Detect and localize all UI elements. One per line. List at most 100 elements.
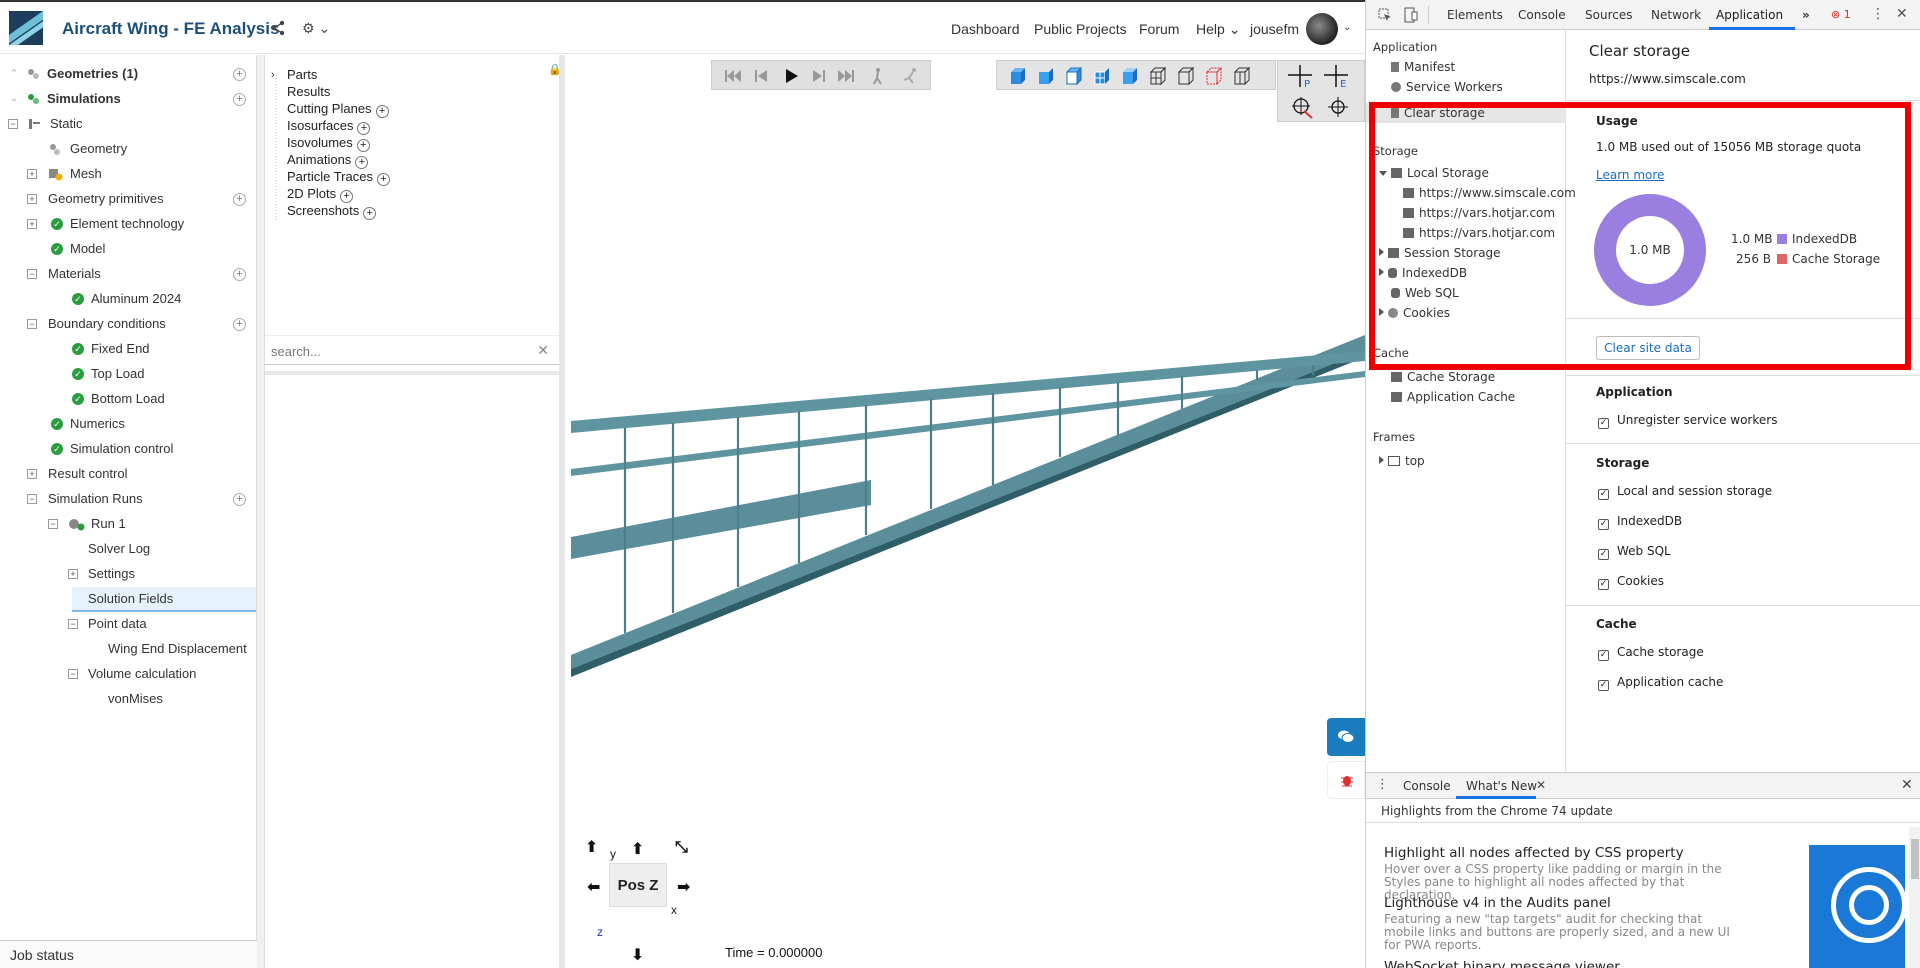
collapse-icon[interactable]: − bbox=[27, 494, 37, 504]
add-geometry-button[interactable]: + bbox=[233, 68, 246, 81]
simscale-logo[interactable] bbox=[9, 11, 43, 45]
smooth-view-icon[interactable] bbox=[1035, 66, 1055, 86]
wire-solid-view-icon[interactable] bbox=[1063, 66, 1083, 86]
sidebar-item-cookies[interactable]: Cookies bbox=[1379, 306, 1450, 320]
inspect-element-icon[interactable] bbox=[1378, 8, 1392, 22]
lock-icon[interactable]: 🔒 bbox=[548, 63, 562, 76]
step-forward-icon[interactable] bbox=[810, 67, 828, 85]
sidebar-item-manifest[interactable]: Manifest bbox=[1391, 60, 1455, 74]
clear-probes-icon[interactable] bbox=[1290, 95, 1314, 119]
wing-model[interactable] bbox=[571, 55, 1365, 968]
close-drawer-icon[interactable]: ✕ bbox=[1901, 777, 1913, 793]
sidebar-item-cache-storage[interactable]: Cache Storage bbox=[1391, 370, 1495, 384]
sidebar-item-local-origin[interactable]: https://vars.hotjar.com bbox=[1403, 206, 1555, 220]
rotate-right-icon[interactable]: ➡ bbox=[677, 877, 690, 897]
add-particle-trace-icon[interactable]: + bbox=[376, 173, 390, 186]
pp-animations[interactable]: Animations + bbox=[287, 152, 369, 169]
pp-results[interactable]: Results bbox=[287, 84, 330, 99]
sidebar-item-service-workers[interactable]: Service Workers bbox=[1391, 80, 1503, 94]
tree-item-materials[interactable]: − Materials + bbox=[0, 262, 256, 287]
step-back-icon[interactable] bbox=[752, 67, 770, 85]
add-isosurface-icon[interactable]: + bbox=[357, 122, 371, 135]
sidebar-item-web-sql[interactable]: Web SQL bbox=[1391, 286, 1459, 300]
pp-isovolumes[interactable]: Isovolumes + bbox=[287, 135, 370, 152]
checkbox-local-session[interactable]: ✓ Local and session storage bbox=[1598, 484, 1772, 500]
tree-item-run-1[interactable]: − Run 1 bbox=[0, 512, 256, 537]
sidebar-item-frame-top[interactable]: top bbox=[1379, 454, 1425, 468]
expand-icon[interactable]: + bbox=[27, 194, 37, 204]
tree-item-solution-fields[interactable]: Solution Fields bbox=[72, 587, 256, 612]
skip-to-end-icon[interactable] bbox=[837, 67, 855, 85]
drawer-scrollbar[interactable] bbox=[1909, 827, 1920, 968]
gear-icon[interactable]: ⚙ ⌄ bbox=[302, 20, 330, 37]
3d-viewport[interactable]: P E ⬆ ⬆ ⤡ ⬅ ➡ ⬇ y x z Pos Z Time = 0.000… bbox=[571, 55, 1365, 968]
tree-item-static[interactable]: − Static bbox=[0, 112, 256, 137]
clear-search-icon[interactable]: ✕ bbox=[537, 342, 549, 359]
rotate-down-icon[interactable]: ⬇ bbox=[631, 945, 644, 965]
play-icon[interactable] bbox=[782, 67, 800, 85]
collapse-icon[interactable]: − bbox=[27, 269, 37, 279]
sidebar-item-clear-storage[interactable]: Clear storage bbox=[1391, 106, 1485, 120]
tab-application[interactable]: Application bbox=[1716, 8, 1783, 22]
feature-edges-icon[interactable] bbox=[1203, 66, 1223, 86]
device-toolbar-icon[interactable] bbox=[1404, 7, 1418, 23]
walk-icon[interactable] bbox=[869, 67, 887, 85]
probe-element-icon[interactable]: E bbox=[1324, 65, 1350, 89]
tree-item-settings[interactable]: + Settings bbox=[0, 562, 256, 587]
expand-icon[interactable]: + bbox=[27, 169, 37, 179]
tree-item-aluminum[interactable]: ✓ Aluminum 2024 bbox=[0, 287, 256, 312]
tree-item-top-load[interactable]: ✓ Top Load bbox=[0, 362, 256, 387]
run-icon[interactable] bbox=[902, 67, 920, 85]
nav-help[interactable]: Help ⌄ bbox=[1196, 21, 1240, 38]
pp-screenshots[interactable]: Screenshots + bbox=[287, 203, 377, 220]
checkbox-web-sql[interactable]: ✓ Web SQL bbox=[1598, 544, 1671, 560]
add-cutting-plane-icon[interactable]: + bbox=[375, 105, 389, 118]
sidebar-item-local-origin[interactable]: https://vars.hotjar.com bbox=[1403, 226, 1555, 240]
tree-item-point-data[interactable]: − Point data bbox=[0, 612, 256, 637]
collapse-icon[interactable]: − bbox=[68, 669, 78, 679]
more-tabs-icon[interactable]: » bbox=[1802, 8, 1810, 22]
tree-item-wing-end-displacement[interactable]: Wing End Displacement bbox=[0, 637, 256, 662]
news-title[interactable]: WebSocket binary message viewer bbox=[1384, 959, 1620, 968]
expand-icon[interactable]: + bbox=[27, 219, 37, 229]
view-orientation-cube[interactable]: Pos Z bbox=[609, 863, 667, 907]
collapse-icon[interactable]: ⌄ bbox=[9, 94, 19, 104]
tab-network[interactable]: Network bbox=[1651, 8, 1701, 22]
pp-search-input[interactable] bbox=[271, 342, 531, 360]
close-tab-icon[interactable]: ✕ bbox=[1536, 778, 1546, 792]
tree-item-solver-log[interactable]: Solver Log bbox=[0, 537, 256, 562]
clear-site-data-button[interactable]: Clear site data bbox=[1596, 336, 1700, 360]
devtools-menu-icon[interactable]: ⋮ bbox=[1871, 6, 1885, 22]
sidebar-item-local-storage[interactable]: Local Storage bbox=[1379, 166, 1489, 180]
tree-item-geometry[interactable]: Geometry bbox=[0, 137, 256, 162]
add-isovolume-icon[interactable]: + bbox=[356, 139, 370, 152]
error-count-badge[interactable]: ⊗ 1 bbox=[1831, 8, 1851, 21]
rotate-left-icon[interactable]: ⬅ bbox=[587, 877, 600, 897]
nav-public-projects[interactable]: Public Projects bbox=[1034, 21, 1127, 37]
probe-point-icon[interactable]: P bbox=[1288, 65, 1314, 89]
crosshair-icon[interactable] bbox=[1326, 95, 1350, 119]
nav-username[interactable]: jousefm bbox=[1250, 21, 1299, 37]
surface-view-icon[interactable] bbox=[1119, 66, 1139, 86]
collapse-icon[interactable]: − bbox=[27, 319, 37, 329]
add-2d-plot-icon[interactable]: + bbox=[340, 190, 354, 203]
rotate-up-left-icon[interactable]: ⬆ bbox=[585, 837, 598, 857]
sidebar-item-local-origin[interactable]: https://www.simscale.com bbox=[1403, 186, 1576, 200]
checkbox-checked-icon[interactable]: ✓ bbox=[1598, 579, 1609, 590]
add-simulation-button[interactable]: + bbox=[233, 93, 246, 106]
tree-item-result-control[interactable]: + Result control bbox=[0, 462, 256, 487]
add-boundary-condition-button[interactable]: + bbox=[233, 318, 246, 331]
checkbox-checked-icon[interactable]: ✓ bbox=[1598, 549, 1609, 560]
news-title[interactable]: Highlight all nodes affected by CSS prop… bbox=[1384, 845, 1684, 861]
rotate-up-icon[interactable]: ⬆ bbox=[631, 839, 644, 859]
add-run-button[interactable]: + bbox=[233, 493, 246, 506]
tab-elements[interactable]: Elements bbox=[1447, 8, 1503, 22]
solid-view-icon[interactable] bbox=[1007, 66, 1027, 86]
collapse-icon[interactable]: − bbox=[48, 519, 58, 529]
tab-console[interactable]: Console bbox=[1518, 8, 1566, 22]
tree-item-mesh[interactable]: + Mesh bbox=[0, 162, 256, 187]
share-icon[interactable] bbox=[270, 20, 286, 36]
collapse-icon[interactable]: − bbox=[68, 619, 78, 629]
checkbox-unregister-sw[interactable]: ✓ Unregister service workers bbox=[1598, 413, 1777, 429]
tree-item-numerics[interactable]: ✓ Numerics bbox=[0, 412, 256, 437]
